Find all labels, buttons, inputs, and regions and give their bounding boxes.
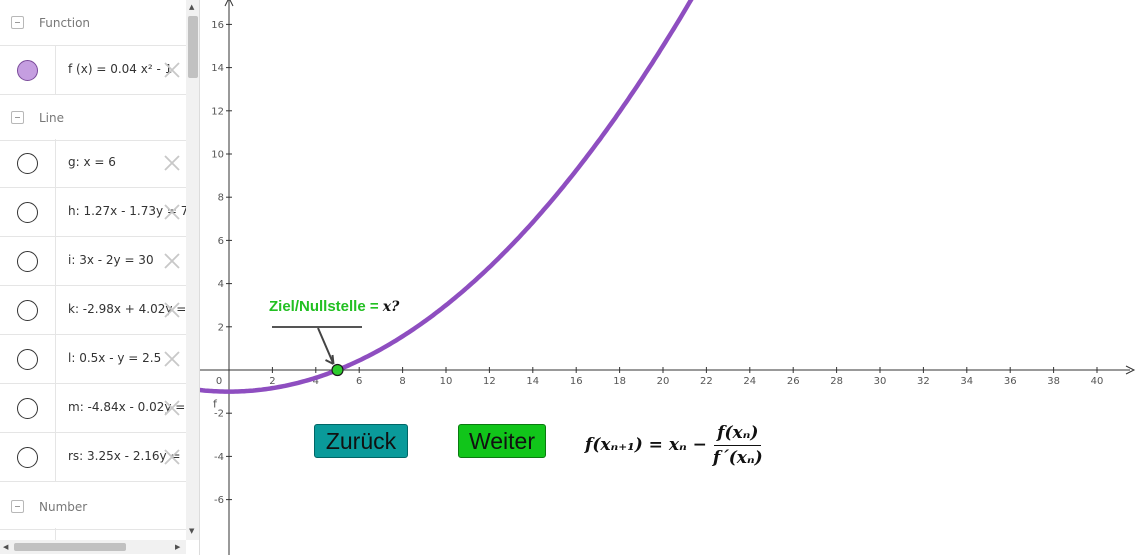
delete-icon[interactable]: [163, 448, 181, 466]
x-tick-label: 0: [216, 376, 222, 387]
vertical-scrollbar[interactable]: ▲ ▼: [186, 0, 199, 540]
group-header-number[interactable]: Number: [0, 484, 186, 530]
algebra-item-line-g[interactable]: g: x = 6: [0, 139, 186, 188]
expression[interactable]: f (x) = 0.04 x² - 1: [68, 62, 172, 76]
x-tick-label: 14: [526, 376, 539, 387]
x-tick-label: 38: [1047, 376, 1060, 387]
group-header-function[interactable]: Function: [0, 0, 186, 46]
x-tick-label: 18: [613, 376, 626, 387]
collapse-icon[interactable]: [11, 500, 24, 513]
marble-icon[interactable]: [17, 202, 38, 223]
delete-icon[interactable]: [163, 301, 181, 319]
y-tick-label: 2: [218, 322, 224, 333]
x-tick-label: 10: [440, 376, 453, 387]
delete-icon[interactable]: [163, 252, 181, 270]
group-label: Function: [39, 15, 91, 30]
back-button[interactable]: Zurück: [314, 424, 408, 458]
x-tick-label: 26: [787, 376, 800, 387]
y-tick-label: -4: [214, 452, 224, 463]
formula-fraction: f(xₙ) f´(xₙ): [713, 423, 763, 468]
x-tick-label: 8: [399, 376, 405, 387]
target-label-text: Ziel/Nullstelle =: [269, 298, 379, 315]
expression[interactable]: l: 0.5x - y = 2.5: [68, 351, 161, 365]
visibility-toggle[interactable]: [0, 286, 56, 334]
formula-lhs: f(xₙ₊₁) = xₙ −: [585, 435, 707, 455]
algebra-item-line-rs[interactable]: rs: 3.25x - 2.16y =: [0, 433, 186, 482]
marble-icon[interactable]: [17, 447, 38, 468]
collapse-icon[interactable]: [11, 16, 24, 29]
x-tick-label: 28: [830, 376, 843, 387]
collapse-icon[interactable]: [11, 111, 24, 124]
group-header-line[interactable]: Line: [0, 95, 186, 141]
visibility-toggle[interactable]: [0, 237, 56, 285]
y-tick-label: 8: [218, 193, 224, 204]
marble-icon[interactable]: [17, 251, 38, 272]
marble-icon[interactable]: [17, 300, 38, 321]
marble-icon[interactable]: [17, 153, 38, 174]
delete-icon[interactable]: [163, 61, 181, 79]
x-tick-label: 22: [700, 376, 713, 387]
algebra-item-line-l[interactable]: l: 0.5x - y = 2.5: [0, 335, 186, 384]
x-tick-label: 36: [1004, 376, 1017, 387]
x-tick-label: 32: [917, 376, 930, 387]
target-label: Ziel/Nullstelle = x?: [269, 298, 399, 315]
graphics-view[interactable]: 0 2 4 6 8 10 12 14 16 18 20 22 24 26 28 30 32 34 36 38 40 2 4 6…: [200, 0, 1137, 555]
visibility-toggle[interactable]: [0, 335, 56, 383]
visibility-toggle[interactable]: [0, 46, 56, 94]
formula-numerator: f(xₙ): [714, 423, 762, 446]
algebra-item-function-f[interactable]: f (x) = 0.04 x² - 1: [0, 46, 186, 95]
x-tick-label: 16: [570, 376, 583, 387]
visibility-toggle[interactable]: [0, 433, 56, 481]
marble-icon[interactable]: [17, 398, 38, 419]
x-tick-label: 34: [960, 376, 973, 387]
y-tick-label: 16: [211, 20, 224, 31]
visibility-toggle[interactable]: [0, 384, 56, 432]
visibility-toggle[interactable]: [0, 188, 56, 236]
expression[interactable]: i: 3x - 2y = 30: [68, 253, 154, 267]
x-tick-label: 30: [874, 376, 887, 387]
formula-denominator: f´(xₙ): [712, 447, 763, 468]
expression[interactable]: g: x = 6: [68, 155, 116, 169]
x-tick-label: 20: [657, 376, 670, 387]
scroll-up-icon[interactable]: ▲: [189, 3, 194, 11]
y-tick-label: -6: [214, 495, 224, 506]
newton-formula: f(xₙ₊₁) = xₙ − f(xₙ) f´(xₙ): [585, 418, 763, 472]
group-label: Number: [39, 499, 88, 514]
y-tick-label: 12: [211, 106, 224, 117]
scroll-right-icon[interactable]: ▶: [175, 543, 180, 551]
y-tick-label: 6: [218, 236, 224, 247]
delete-icon[interactable]: [163, 399, 181, 417]
marble-icon[interactable]: [17, 60, 38, 81]
y-tick-label: 4: [218, 279, 224, 290]
marble-icon[interactable]: [17, 349, 38, 370]
algebra-panel: Function f (x) = 0.04 x² - 1 Line g: x =…: [0, 0, 200, 555]
horizontal-scrollbar[interactable]: ◀ ▶: [0, 540, 186, 554]
x-tick-label: 12: [483, 376, 496, 387]
x-tick-label: 6: [356, 376, 362, 387]
function-curve[interactable]: [200, 0, 704, 394]
x-tick-label: 2: [269, 376, 275, 387]
scroll-down-icon[interactable]: ▼: [189, 527, 194, 535]
scroll-left-icon[interactable]: ◀: [3, 543, 8, 551]
delete-icon[interactable]: [163, 203, 181, 221]
algebra-item-line-m[interactable]: m: -4.84x - 0.02y =: [0, 384, 186, 433]
algebra-item-line-k[interactable]: k: -2.98x + 4.02y =: [0, 286, 186, 335]
y-tick-label: 10: [211, 150, 224, 161]
algebra-item-line-i[interactable]: i: 3x - 2y = 30: [0, 237, 186, 286]
vertical-scroll-thumb[interactable]: [188, 16, 198, 78]
next-button[interactable]: Weiter: [458, 424, 546, 458]
pointer-arrow-icon: [317, 327, 335, 365]
y-tick-label: 14: [211, 63, 224, 74]
root-point[interactable]: [331, 363, 344, 377]
target-variable: x?: [382, 299, 400, 315]
delete-icon[interactable]: [163, 350, 181, 368]
x-tick-label: 40: [1091, 376, 1104, 387]
horizontal-scroll-thumb[interactable]: [14, 543, 126, 551]
group-label: Line: [39, 110, 65, 125]
x-tick-label: 24: [743, 376, 756, 387]
algebra-item-line-h[interactable]: h: 1.27x - 1.73y = 7: [0, 188, 186, 237]
delete-icon[interactable]: [163, 154, 181, 172]
visibility-toggle[interactable]: [0, 139, 56, 187]
